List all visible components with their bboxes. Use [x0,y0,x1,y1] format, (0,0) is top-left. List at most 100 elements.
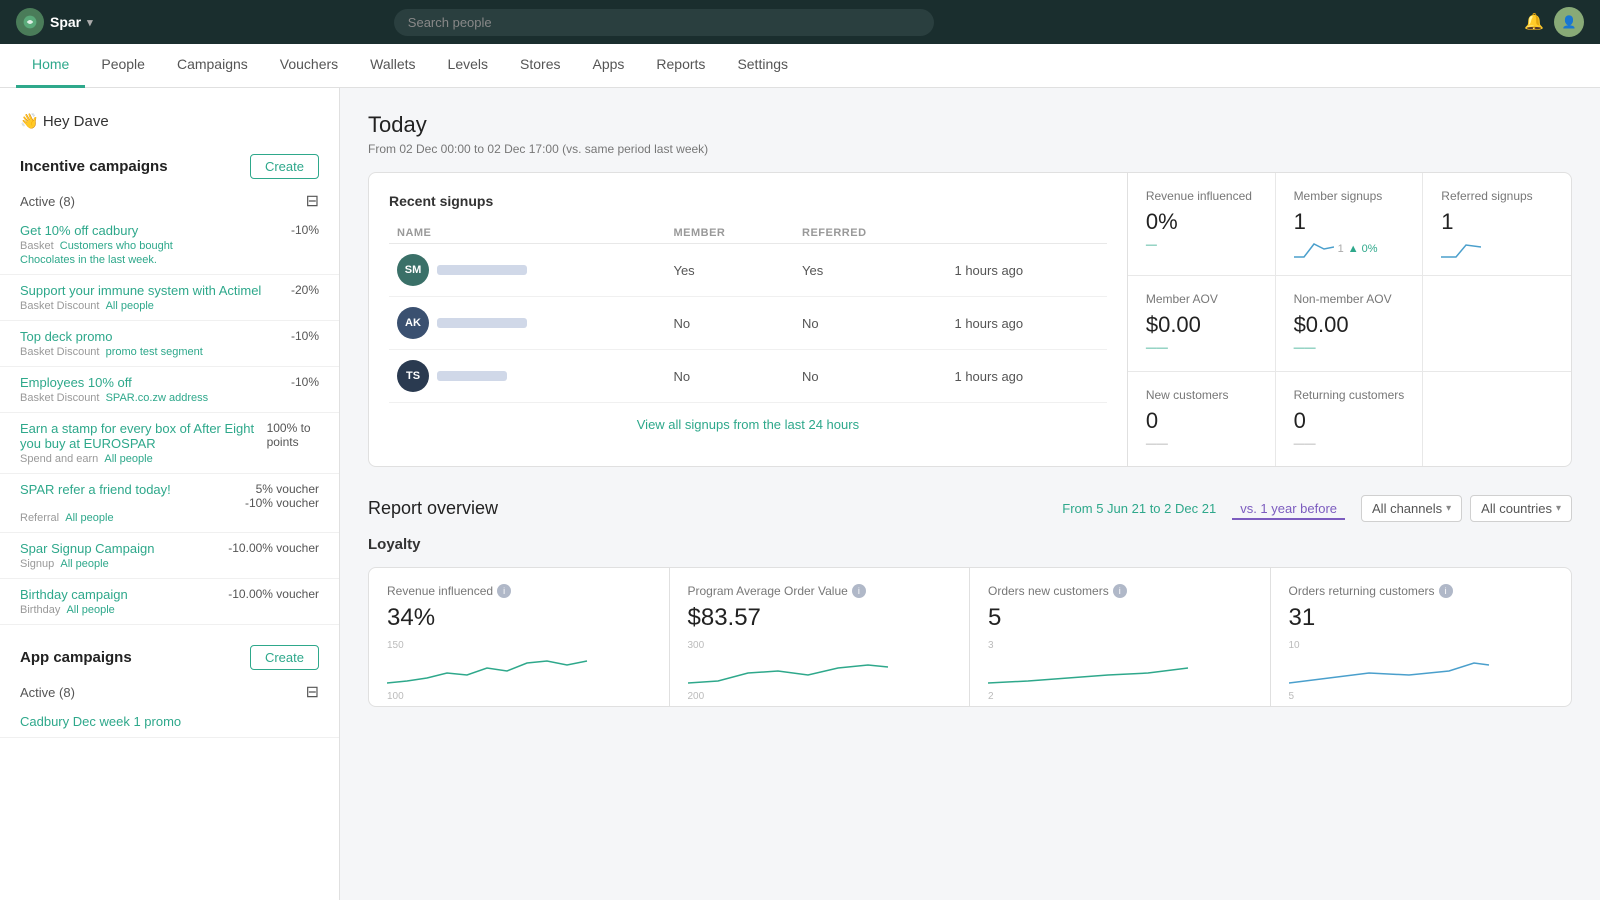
app-active-count: Active (8) ⊟ [0,678,339,706]
chevron-down-icon[interactable]: ▾ [87,16,93,29]
campaign-item: SPAR refer a friend today! 5% voucher-10… [0,474,339,533]
main-layout: 👋 Hey Dave Incentive campaigns Create Ac… [0,88,1600,900]
report-section: Report overview From 5 Jun 21 to 2 Dec 2… [368,495,1572,707]
nav-tab-settings[interactable]: Settings [721,44,804,88]
campaign-meta: Birthday All people [20,604,319,616]
secondary-nav: Home People Campaigns Vouchers Wallets L… [0,44,1600,88]
report-filters: From 5 Jun 21 to 2 Dec 21 vs. 1 year bef… [1054,495,1572,522]
campaign-name[interactable]: Earn a stamp for every box of After Eigh… [20,421,267,451]
campaign-name[interactable]: SPAR refer a friend today! [20,482,171,497]
campaign-name[interactable]: Top deck promo [20,329,113,344]
chevron-down-icon: ▾ [1556,503,1561,514]
countries-dropdown[interactable]: All countries ▾ [1470,495,1572,522]
metric-revenue-influenced: Revenue influenced i 34% 150 100 [369,568,670,706]
user-cell: AK [389,297,665,350]
nav-tab-apps[interactable]: Apps [576,44,640,88]
date-range-link[interactable]: From 5 Jun 21 to 2 Dec 21 [1054,497,1224,520]
campaign-meta2: Chocolates in the last week. [20,254,319,266]
incentive-create-button[interactable]: Create [250,154,319,179]
nav-tab-levels[interactable]: Levels [432,44,504,88]
new-customers-chart: 3 2 [988,640,1252,690]
main-content: Today From 02 Dec 00:00 to 02 Dec 17:00 … [340,88,1600,900]
user-avatar[interactable]: 👤 [1554,7,1584,37]
info-icon[interactable]: i [1439,584,1453,598]
user-cell: TS [389,350,665,403]
recent-signups-title: Recent signups [389,193,1107,209]
time-cell: 1 hours ago [946,297,1106,350]
app-collapse-icon[interactable]: ⊟ [306,682,319,702]
nav-tab-people[interactable]: People [85,44,161,88]
nav-tab-reports[interactable]: Reports [640,44,721,88]
campaign-item: Employees 10% off -10% Basket Discount S… [0,367,339,413]
info-icon[interactable]: i [852,584,866,598]
notification-bell-icon[interactable]: 🔔 [1524,12,1544,32]
app-section-title: App campaigns [20,649,132,666]
campaign-name[interactable]: Support your immune system with Actimel [20,283,261,298]
table-row: SM Yes Yes 1 hours ago [389,244,1107,297]
referred-cell: No [794,297,946,350]
app-create-button[interactable]: Create [250,645,319,670]
metrics-grid: Revenue influenced i 34% 150 100 Progra [368,567,1572,707]
campaign-discount: -10.00% voucher [228,587,319,601]
campaign-discount: 5% voucher-10% voucher [245,482,319,510]
stat-referred-signups: Referred signups 1 [1423,173,1571,276]
sidebar-greeting: 👋 Hey Dave [0,104,339,146]
report-header: Report overview From 5 Jun 21 to 2 Dec 2… [368,495,1572,522]
incentive-section-header: Incentive campaigns Create [0,146,339,187]
campaign-meta: Spend and earn All people [20,453,319,465]
member-cell: No [665,350,794,403]
recent-signups-panel: Recent signups NAME MEMBER REFERRED [369,173,1128,466]
stat-empty-1 [1423,276,1571,371]
table-row: AK No No 1 hours ago [389,297,1107,350]
stat-member-signups: Member signups 1 1▲ 0% [1276,173,1424,276]
col-member: MEMBER [665,223,794,244]
metric-program-aov: Program Average Order Value i $83.57 300… [670,568,971,706]
campaign-meta: Referral All people [20,512,319,524]
campaign-name[interactable]: Cadbury Dec week 1 promo [20,714,181,729]
today-subtitle: From 02 Dec 00:00 to 02 Dec 17:00 (vs. s… [368,142,1572,156]
metric-returning-customers: Orders returning customers i 31 10 5 [1271,568,1572,706]
metric-new-customers: Orders new customers i 5 3 2 [970,568,1271,706]
info-icon[interactable]: i [497,584,511,598]
collapse-icon[interactable]: ⊟ [306,191,319,211]
nav-tab-stores[interactable]: Stores [504,44,576,88]
campaign-name[interactable]: Get 10% off cadbury [20,223,138,238]
signups-table: NAME MEMBER REFERRED SM [389,223,1107,403]
campaign-meta: Basket Discount promo test segment [20,346,319,358]
table-row: TS No No 1 hours ago [389,350,1107,403]
logo-area[interactable]: Spar ▾ [16,8,93,36]
channels-dropdown[interactable]: All channels ▾ [1361,495,1462,522]
nav-tab-vouchers[interactable]: Vouchers [264,44,354,88]
referred-cell: Yes [794,244,946,297]
app-section-header: App campaigns Create [0,637,339,678]
search-input[interactable] [394,9,934,36]
stat-revenue-influenced: Revenue influenced 0% — [1128,173,1276,276]
campaign-item: Birthday campaign -10.00% voucher Birthd… [0,579,339,625]
stat-nonmember-aov: Non-member AOV $0.00 —— [1276,276,1424,371]
returning-customers-chart: 10 5 [1289,640,1554,690]
nav-tab-home[interactable]: Home [16,44,85,88]
nav-tab-campaigns[interactable]: Campaigns [161,44,264,88]
report-title: Report overview [368,498,498,519]
chevron-down-icon: ▾ [1446,503,1451,514]
search-bar[interactable] [394,9,934,36]
nav-tab-wallets[interactable]: Wallets [354,44,431,88]
campaign-name[interactable]: Birthday campaign [20,587,128,602]
topbar-right: 🔔 👤 [1524,7,1584,37]
loyalty-title: Loyalty [368,536,1572,553]
campaign-item: Cadbury Dec week 1 promo [0,706,339,738]
col-time [946,223,1106,244]
view-all-signups-link[interactable]: View all signups from the last 24 hours [389,403,1107,446]
mini-chart-signups [1294,239,1334,259]
member-cell: Yes [665,244,794,297]
stat-returning-customers: Returning customers 0 —— [1276,372,1424,466]
vs-period-link[interactable]: vs. 1 year before [1232,497,1345,520]
campaign-item: Earn a stamp for every box of After Eigh… [0,413,339,474]
info-icon[interactable]: i [1113,584,1127,598]
campaign-discount: -20% [291,283,319,297]
campaign-name[interactable]: Employees 10% off [20,375,132,390]
campaign-discount: -10% [291,223,319,237]
mini-chart-referred [1441,239,1481,259]
app-name: Spar [50,14,81,30]
campaign-name[interactable]: Spar Signup Campaign [20,541,154,556]
